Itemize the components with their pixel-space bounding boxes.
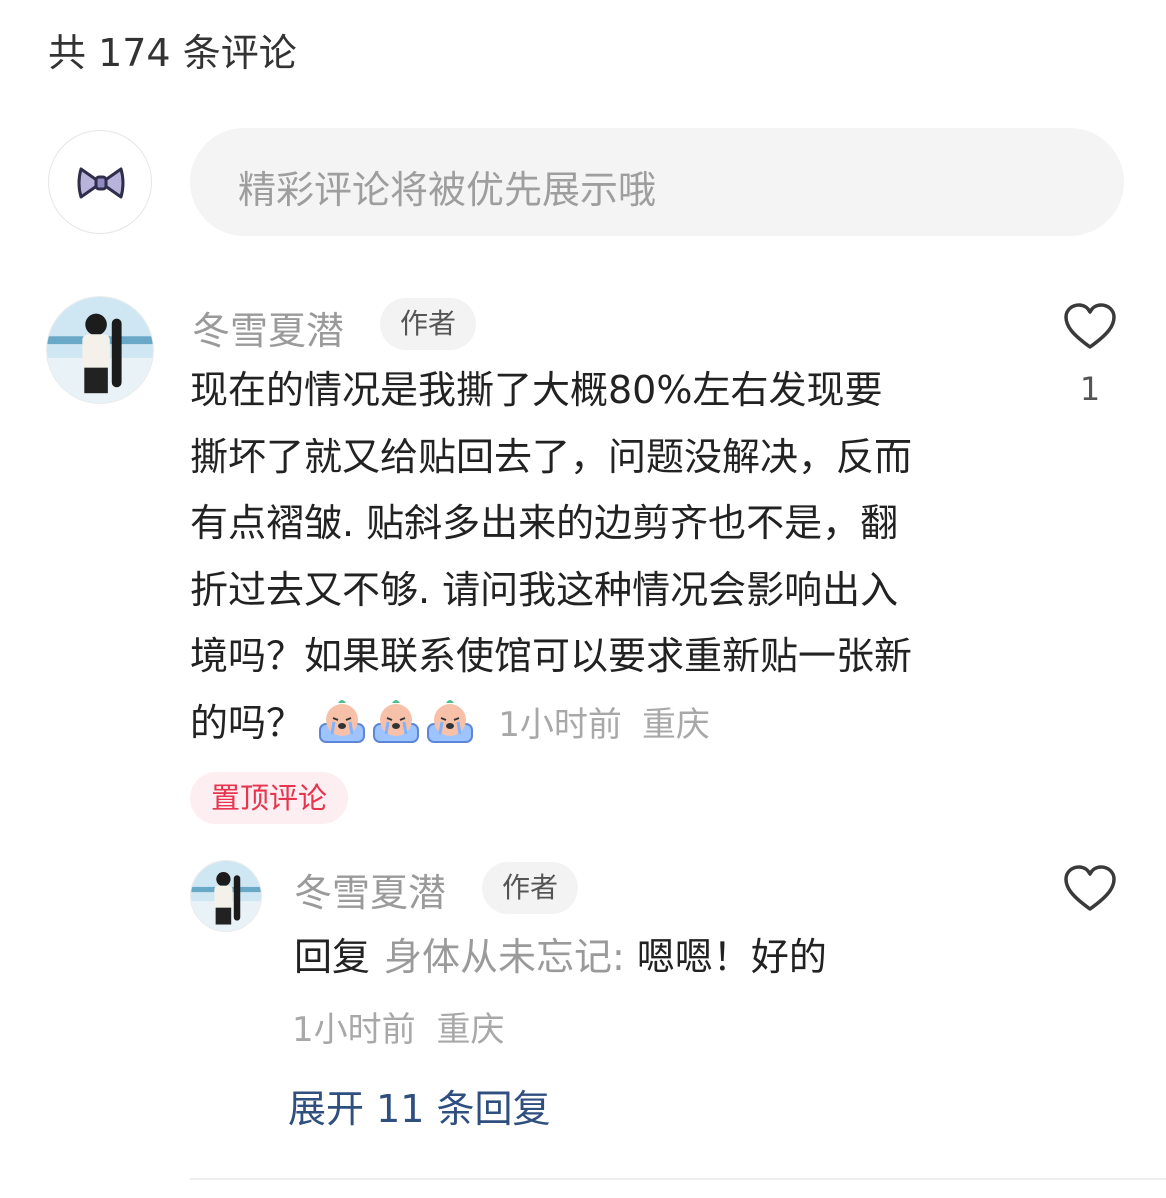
heart-icon [1064,865,1116,911]
reply-target-user[interactable]: 身体从未忘记: [384,935,625,979]
comment-body: 现在的情况是我撕了大概80%左右发现要 撕坏了就又给贴回去了，问题没解决，反而 … [190,357,912,756]
comment-like-count: 1 [1079,370,1101,408]
author-badge: 作者 [380,298,476,350]
reply-like-button[interactable] [1062,862,1118,918]
comment-last-line: 的吗？ 1小时前 重庆 [190,690,912,757]
reply-author-avatar[interactable] [190,860,262,932]
reply-prefix: 回复 [294,935,371,979]
reply-text: 嗯嗯！好的 [636,935,827,979]
crying-emoji-icon [373,699,420,743]
crying-emoji-icon [427,699,474,743]
pinned-comment-tag: 置顶评论 [190,772,348,824]
commenter-avatar[interactable] [46,296,154,404]
comment-author-name[interactable]: 冬雪夏潜 [192,300,344,355]
reply-author-badge: 作者 [482,862,578,914]
reply-location: 重庆 [436,1010,505,1050]
avatar-photo-image [47,297,153,403]
divider [190,1178,1166,1180]
comment-time: 1小时前 [498,704,622,745]
comment-line: 有点褶皱. 贴斜多出来的边剪齐也不是，翻 [190,501,899,545]
comment-location: 重庆 [641,704,710,745]
comment-like-button[interactable] [1062,300,1118,356]
reply-meta: 1小时前 重庆 [292,1002,504,1051]
comment-line: 现在的情况是我撕了大概80%左右发现要 [190,368,883,412]
comment-line: 折过去又不够. 请问我这种情况会影响出入 [190,567,899,612]
reply-author-name[interactable]: 冬雪夏潜 [294,862,446,917]
reply-body: 回复 身体从未忘记: 嗯嗯！好的 [294,926,827,981]
current-user-avatar[interactable] [48,130,152,234]
comment-input[interactable]: 精彩评论将被优先展示哦 [190,128,1124,236]
comment-line: 撕坏了就又给贴回去了，问题没解决，反而 [190,434,913,479]
comment-line: 境吗？如果联系使馆可以要求重新贴一张新 [190,634,913,678]
crying-emoji-icon [319,699,366,743]
comment-input-placeholder: 精彩评论将被优先展示哦 [238,168,657,212]
avatar-photo-image [191,861,261,931]
heart-icon [1064,303,1116,349]
expand-replies-link[interactable]: 展开 11 条回复 [288,1078,551,1133]
comment-line: 的吗？ [190,700,305,745]
comment-count-header: 共 174 条评论 [48,31,297,75]
bow-icon [77,167,125,199]
reply-time: 1小时前 [292,1010,416,1050]
